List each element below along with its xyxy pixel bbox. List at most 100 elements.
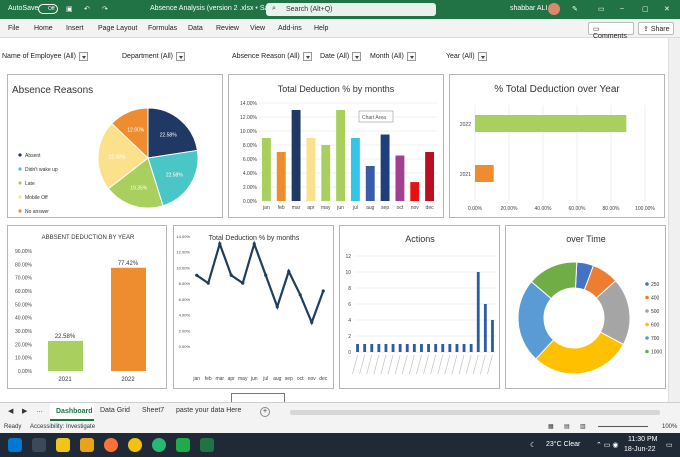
dropdown-icon[interactable] (352, 51, 362, 61)
dropdown-icon[interactable] (477, 51, 487, 61)
menu-view[interactable]: View (250, 25, 265, 32)
menu-file[interactable]: File (8, 25, 19, 32)
menu-review[interactable]: Review (216, 25, 239, 32)
save-icon[interactable]: ▣ (66, 5, 73, 13)
file-explorer-icon[interactable] (80, 438, 94, 452)
bar (448, 344, 452, 352)
autosave-toggle[interactable]: Off (38, 4, 58, 14)
clock-date[interactable]: 18-Jun-22 (624, 446, 656, 453)
actions-chart[interactable]: Actions 0 2 4 6 8 10 12 (339, 225, 500, 389)
legend-marker (18, 181, 22, 185)
zoom-slider[interactable] (598, 426, 648, 427)
horizontal-scrollbar[interactable] (290, 410, 660, 415)
menu-formulas[interactable]: Formulas (148, 25, 177, 32)
menu-data[interactable]: Data (188, 25, 203, 32)
deduction-by-month-bar-chart[interactable]: Total Deduction % by months 0.00% 2.00% 4.0… (228, 74, 444, 218)
data-point (264, 273, 268, 277)
redo-icon[interactable]: ↷ (102, 5, 108, 13)
filter-date[interactable]: Date (All) (320, 50, 362, 62)
tray-icons[interactable]: ⌃ ▭ ◉ (596, 441, 618, 449)
chart-placeholder[interactable] (231, 393, 285, 402)
dropdown-icon[interactable] (302, 51, 312, 61)
chrome-icon[interactable] (128, 438, 142, 452)
bar (363, 344, 367, 352)
windows-start-icon[interactable] (8, 438, 22, 452)
page-break-icon[interactable]: ▥ (580, 423, 586, 430)
search-input[interactable]: ⌕ Search (Alt+Q) (266, 3, 436, 16)
bar (434, 344, 438, 352)
page-layout-icon[interactable]: ▤ (564, 423, 570, 430)
weather-text[interactable]: 23°C Clear (546, 441, 580, 448)
bar (48, 340, 83, 371)
whatsapp-icon[interactable] (152, 438, 166, 452)
legend-marker (645, 309, 649, 313)
tab-paste-data[interactable]: paste your data Here (176, 407, 241, 414)
bar (427, 344, 430, 352)
excel-icon[interactable] (200, 438, 214, 452)
pen-icon[interactable]: ✎ (572, 5, 578, 13)
tab-sheet7[interactable]: Sheet7 (142, 407, 164, 414)
dropdown-icon[interactable] (78, 51, 88, 61)
share-button[interactable]: ⇪ Share (638, 22, 674, 35)
notification-icon[interactable]: ▭ (666, 441, 673, 449)
legend-marker (18, 195, 22, 199)
normal-view-icon[interactable]: ▦ (548, 423, 554, 430)
search-taskbar-icon[interactable] (32, 438, 46, 452)
clock-time[interactable]: 11:30 PM (628, 436, 657, 443)
chart-title: ABBSENT DEDUCTION BY YEAR (42, 235, 135, 241)
data-point (321, 289, 325, 293)
filter-year[interactable]: Year (All) (446, 50, 487, 62)
tab-data-grid[interactable]: Data Grid (100, 407, 130, 414)
filter-department[interactable]: Department (All) (122, 50, 185, 62)
search-placeholder: Search (Alt+Q) (286, 6, 333, 13)
tab-next-icon[interactable]: ▶ (22, 407, 27, 415)
absence-reasons-chart[interactable]: Absence Reasons 22.58% 22.58% 19.35% 22.58% 1… (7, 74, 223, 218)
dropdown-icon[interactable] (406, 51, 416, 61)
data-point (275, 305, 279, 309)
y-tick-label: 30.00% (15, 329, 33, 335)
deduction-by-month-line-chart[interactable]: Total Deduction % by months 0.00% 2.00% 4.0… (173, 225, 334, 389)
add-sheet-icon[interactable]: + (260, 407, 270, 417)
menu-insert[interactable]: Insert (66, 25, 84, 32)
dropdown-icon[interactable] (175, 51, 185, 61)
legend-label: Late (25, 181, 35, 187)
ribbon-display-icon[interactable]: ▭ (598, 5, 605, 13)
x-tick-label: sep (381, 205, 389, 211)
x-tick-label: jun (336, 205, 344, 211)
minimize-icon[interactable]: – (620, 5, 624, 12)
bar (380, 134, 390, 201)
filter-name-of-employee[interactable]: Name of Employee (All) (2, 50, 88, 62)
menu-page-layout[interactable]: Page Layout (98, 25, 137, 32)
menu-home[interactable]: Home (34, 25, 53, 32)
avatar[interactable] (548, 3, 560, 15)
vertical-scrollbar[interactable] (668, 38, 680, 402)
y-tick-label: 10.00% (240, 129, 258, 135)
filter-label: Date (All) (320, 52, 350, 60)
menu-help[interactable]: Help (314, 25, 328, 32)
absent-deduction-by-year-chart[interactable]: ABBSENT DEDUCTION BY YEAR 0.00% 10.00% 20.0… (7, 225, 167, 389)
menu-add-ins[interactable]: Add-ins (278, 25, 302, 32)
zoom-level[interactable]: 100% (662, 424, 677, 430)
comments-button[interactable]: ▭ Comments (588, 22, 634, 40)
deduction-over-year-chart[interactable]: % Total Deduction over Year 0.00% 20.00% 40… (449, 74, 665, 218)
filter-absence-reason[interactable]: Absence Reason (All) (232, 50, 312, 62)
weather-icon[interactable]: ☾ (530, 441, 536, 449)
undo-icon[interactable]: ↶ (84, 5, 90, 13)
data-point (298, 293, 302, 297)
over-time-donut-chart[interactable]: over Time 250 400 500 600 700 1000 (505, 225, 666, 389)
data-label: 12.90% (127, 128, 145, 134)
app-green-icon[interactable] (176, 438, 190, 452)
x-tick-label: feb (278, 205, 285, 211)
filter-month[interactable]: Month (All) (370, 50, 416, 62)
firefox-icon[interactable] (104, 438, 118, 452)
bar (469, 344, 473, 352)
tab-more-icon[interactable]: … (36, 407, 43, 414)
accessibility-status[interactable]: Accessibility: Investigate (30, 424, 95, 430)
maximize-icon[interactable]: ▢ (642, 5, 649, 13)
app-icon[interactable] (56, 438, 70, 452)
tab-dashboard[interactable]: Dashboard (50, 403, 94, 421)
tab-prev-icon[interactable]: ◀ (8, 407, 13, 415)
x-tick-label (394, 354, 401, 375)
close-icon[interactable]: ✕ (664, 5, 670, 13)
sheet-tabs-bar: ◀ ▶ … Dashboard Data Grid Sheet7 paste y… (0, 402, 680, 421)
